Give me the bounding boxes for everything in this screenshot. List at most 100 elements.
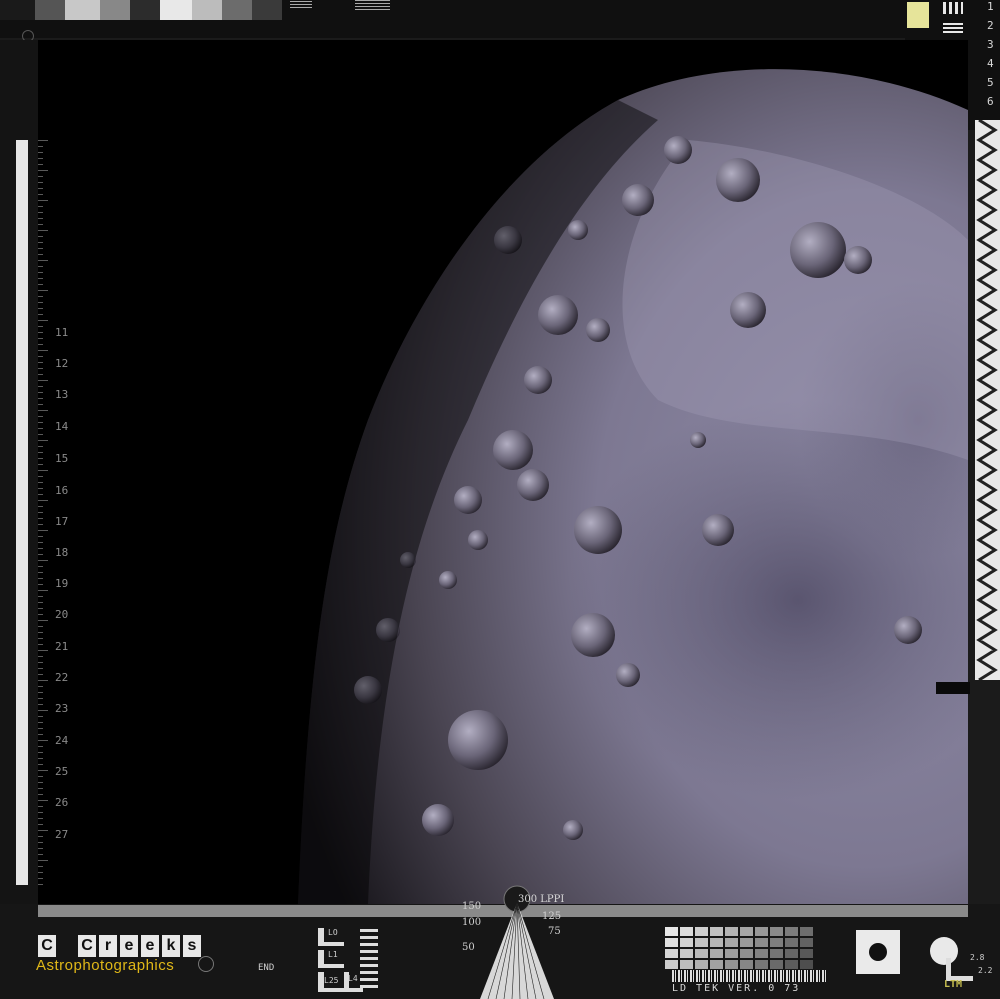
ruler-tick-label: 19 (55, 577, 69, 590)
ruler-tick (38, 860, 48, 861)
ruler-tick (38, 704, 43, 705)
gray-step (35, 0, 65, 20)
ruler-tick (38, 356, 43, 357)
ruler-tick (38, 242, 43, 243)
ruler-tick (38, 674, 43, 675)
ruler-tick-label: 24 (55, 734, 69, 747)
ruler-tick (38, 266, 43, 267)
marker-label: LO (328, 928, 338, 937)
ruler-tick (38, 494, 43, 495)
target-box (856, 930, 900, 974)
ruler-tick (38, 434, 43, 435)
side-number: 2.8 (970, 953, 985, 962)
ruler-tick (38, 686, 43, 687)
ruler-tick-label: 25 (55, 765, 69, 778)
ruler-tick (38, 524, 43, 525)
circle-mark-icon (198, 956, 214, 972)
top-calibration-strip (0, 0, 1000, 42)
gray-step (0, 0, 35, 20)
ruler-tick (38, 584, 43, 585)
ruler-tick (38, 146, 43, 147)
ruler-tick-label: 20 (55, 608, 69, 621)
ruler-tick (38, 758, 43, 759)
resolution-row: 1 (905, 0, 1000, 16)
ruler-tick (38, 824, 43, 825)
ruler-tick (38, 140, 48, 141)
ruler-tick (38, 380, 48, 381)
logo-subtitle: Astrophotographics (36, 957, 175, 974)
ruler-tick-label: 14 (55, 420, 69, 433)
ruler-tick (38, 506, 43, 507)
ruler-tick (38, 746, 43, 747)
ruler-tick (38, 164, 43, 165)
resolution-number: 4 (987, 57, 994, 70)
ruler-tick (38, 554, 43, 555)
lppi-label: 300 LPPI (518, 894, 565, 905)
ruler-tick (38, 278, 43, 279)
ruler-tick (38, 800, 48, 801)
moon-photo (38, 40, 968, 904)
ruler-tick (38, 866, 43, 867)
ruler-tick (38, 626, 43, 627)
ruler-tick (38, 332, 43, 333)
ruler-tick (38, 230, 48, 231)
ruler-tick (38, 464, 43, 465)
ruler-tick (38, 770, 48, 771)
ruler-tick (38, 296, 43, 297)
ruler-tick-label: 11 (55, 326, 69, 339)
ruler-tick (38, 458, 43, 459)
logo-letter: s (183, 935, 201, 957)
ruler-tick (38, 632, 43, 633)
ruler-tick (38, 602, 43, 603)
ruler-tick (38, 254, 43, 255)
frame-notch (936, 682, 970, 694)
barcode (672, 970, 827, 982)
ruler-tick (38, 488, 43, 489)
ruler-tick (38, 638, 43, 639)
ruler-tick (38, 590, 48, 591)
ruler-tick (38, 764, 43, 765)
ruler-tick (38, 416, 43, 417)
ruler-tick (38, 428, 43, 429)
ruler-tick (38, 176, 43, 177)
ruler-tick (38, 512, 43, 513)
ruler-tick (38, 542, 43, 543)
ruler-tick (38, 368, 43, 369)
ruler-tick-label: 15 (55, 452, 69, 465)
ruler-tick-label: 18 (55, 546, 69, 559)
lppi-value: 100 (462, 917, 482, 928)
resolution-number: 3 (987, 38, 994, 51)
ruler-tick (38, 806, 43, 807)
ruler-tick (38, 302, 43, 303)
ruler-tick (38, 188, 43, 189)
resolution-number: 2 (987, 19, 994, 32)
ruler-tick (38, 560, 48, 561)
ruler-tick (38, 668, 43, 669)
ruler-tick (38, 386, 43, 387)
ruler-tick (38, 620, 48, 621)
white-calibration-bar (16, 140, 28, 885)
ruler-tick (38, 614, 43, 615)
ruler-tick-label: 21 (55, 640, 69, 653)
resolution-number: 1 (987, 0, 994, 13)
ruler-tick (38, 530, 48, 531)
ruler-tick (38, 206, 43, 207)
ruler-tick (38, 596, 43, 597)
ruler-tick (38, 782, 43, 783)
ruler-tick (38, 500, 48, 501)
ruler-tick (38, 716, 43, 717)
moon-image (38, 40, 968, 904)
marker-label: L25 (324, 976, 339, 985)
ruler-tick-label: 27 (55, 828, 69, 841)
ruler-tick (38, 836, 43, 837)
resolution-number: 5 (987, 76, 994, 89)
ruler-tick (38, 182, 43, 183)
ruler-tick (38, 794, 43, 795)
ruler-tick (38, 656, 43, 657)
ruler-tick (38, 698, 43, 699)
ruler-tick (38, 872, 43, 873)
ruler-tick (38, 410, 48, 411)
corner-marker-block: LO L1 L25 L4 (318, 928, 380, 992)
ruler-tick (38, 518, 43, 519)
ruler-tick (38, 692, 43, 693)
